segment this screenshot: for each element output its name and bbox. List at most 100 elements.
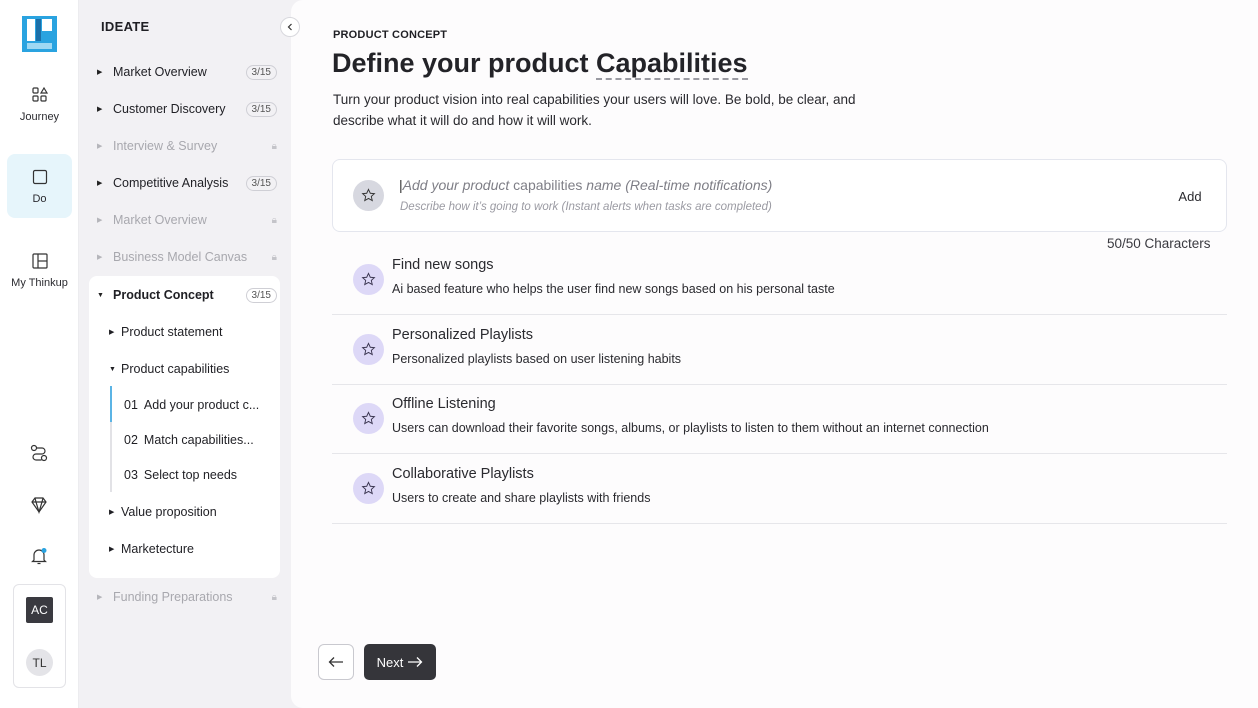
step-number: 02 <box>124 433 138 447</box>
step-number: 03 <box>124 468 138 482</box>
progress-badge: 3/15 <box>245 101 277 117</box>
sub-item-label: Marketecture <box>121 542 194 556</box>
capability-title: Find new songs <box>392 257 494 273</box>
star-icon <box>353 473 384 504</box>
star-icon <box>353 180 384 211</box>
section-eyebrow: PRODUCT CONCEPT <box>333 29 448 41</box>
avatar-group: AC TL <box>13 584 66 688</box>
rail-do-label: Do <box>32 192 47 205</box>
sub-item-value-proposition[interactable]: ▶ Value proposition <box>109 505 217 519</box>
capability-description: Personalized playlists based on user lis… <box>392 352 682 366</box>
journey-icon <box>31 86 48 102</box>
notification-bell-icon[interactable] <box>29 546 49 566</box>
sub-item-label: Product statement <box>121 325 223 339</box>
capability-row[interactable]: Offline Listening Users can download the… <box>332 384 1227 454</box>
star-icon <box>353 403 384 434</box>
ideate-sidebar: IDEATE ▶ Market Overview 3/15 ▶ Customer… <box>79 0 300 708</box>
caret-right-icon: ▶ <box>97 217 103 224</box>
product-concept-section: ▼ Product Concept 3/15 ▶ Product stateme… <box>89 276 280 578</box>
sidebar-item-market-overview[interactable]: ▶ Market Overview 3/15 <box>97 60 277 84</box>
back-button[interactable] <box>318 644 354 680</box>
page-intro: Turn your product vision into real capab… <box>333 92 856 128</box>
title-prefix: Define your product <box>332 48 597 78</box>
step-match-capabilities[interactable]: 02 Match capabilities... <box>124 433 269 447</box>
left-rail: Journey Do My Thinkup AC TL <box>0 0 79 708</box>
caret-right-icon: ▶ <box>97 143 103 150</box>
add-capability-button[interactable]: Add <box>1165 182 1215 210</box>
sub-item-product-capabilities[interactable]: ▼ Product capabilities <box>109 362 229 376</box>
caret-down-icon: ▼ <box>109 365 116 373</box>
capability-title: Collaborative Playlists <box>392 466 534 482</box>
step-label: Select top needs <box>143 468 238 482</box>
star-icon <box>353 264 384 295</box>
sub-item-label: Product capabilities <box>121 362 230 376</box>
sidebar-item-market-overview-locked: ▶ Market Overview 🔒︎ <box>97 208 277 232</box>
diamond-icon[interactable] <box>29 495 49 515</box>
step-number: 01 <box>124 398 138 412</box>
capability-row[interactable]: Find new songs Ai based feature who help… <box>332 245 1227 315</box>
caret-right-icon: ▶ <box>97 254 103 261</box>
next-button-label: Next <box>376 654 404 670</box>
step-progress-line <box>110 386 112 492</box>
caret-right-icon: ▶ <box>109 509 115 516</box>
sidebar-item-product-concept[interactable]: ▼ Product Concept 3/15 <box>97 283 277 307</box>
rail-my-thinkup-label: My Thinkup <box>11 276 68 289</box>
sidebar-item-label: Business Model Canvas <box>113 250 248 264</box>
workflow-icon[interactable] <box>29 443 49 463</box>
rail-my-thinkup[interactable]: My Thinkup <box>7 238 72 302</box>
capability-row[interactable]: Personalized Playlists Personalized play… <box>332 315 1227 385</box>
next-button[interactable]: Next <box>364 644 436 680</box>
capability-title: Offline Listening <box>392 396 496 412</box>
name-placeholder-part: capabilities <box>513 177 583 193</box>
sidebar-item-label: Market Overview <box>113 213 207 227</box>
sidebar-item-label: Customer Discovery <box>113 102 226 116</box>
avatar-ac[interactable]: AC <box>26 597 53 623</box>
sidebar-item-label: Interview & Survey <box>113 139 218 153</box>
title-highlight[interactable]: Capabilities <box>596 48 748 80</box>
sidebar-item-competitive-analysis[interactable]: ▶ Competitive Analysis 3/15 <box>97 171 277 195</box>
capability-input-card: |Add your product capabilities name (Rea… <box>332 159 1227 232</box>
chevron-left-icon <box>287 23 292 31</box>
sidebar-item-label: Competitive Analysis <box>113 176 229 190</box>
rail-do[interactable]: Do <box>7 154 72 218</box>
lock-icon: 🔒︎ <box>271 251 277 263</box>
rail-journey[interactable]: Journey <box>7 72 72 136</box>
sidebar-title: IDEATE <box>101 19 150 34</box>
name-placeholder-part: Add your product <box>402 177 514 193</box>
capability-description-input[interactable]: Describe how it’s going to work (Instant… <box>400 201 772 213</box>
step-select-top-needs[interactable]: 03 Select top needs <box>124 468 269 482</box>
sidebar-item-customer-discovery[interactable]: ▶ Customer Discovery 3/15 <box>97 97 277 121</box>
progress-badge: 3/15 <box>245 175 277 191</box>
avatar-tl[interactable]: TL <box>26 649 53 676</box>
caret-down-icon: ▼ <box>97 291 104 299</box>
thinkup-icon <box>31 252 48 269</box>
sub-item-marketecture[interactable]: ▶ Marketecture <box>109 542 194 556</box>
capability-name-input[interactable]: |Add your product capabilities name (Rea… <box>399 177 772 193</box>
capability-description: Ai based feature who helps the user find… <box>392 282 835 296</box>
step-label: Add your product c... <box>143 398 260 412</box>
sub-item-label: Value proposition <box>121 505 217 519</box>
star-icon <box>353 334 384 365</box>
progress-badge: 3/15 <box>245 287 277 303</box>
sidebar-item-label: Product Concept <box>113 288 214 302</box>
capability-row[interactable]: Collaborative Playlists Users to create … <box>332 454 1227 524</box>
caret-right-icon: ▶ <box>109 329 115 336</box>
arrow-right-icon <box>408 657 423 667</box>
caret-right-icon: ▶ <box>97 594 103 601</box>
name-placeholder-part: name (Real-time notifications) <box>582 177 773 193</box>
sidebar-item-interview-survey: ▶ Interview & Survey 🔒︎ <box>97 134 277 158</box>
collapse-sidebar-button[interactable] <box>280 17 300 37</box>
progress-badge: 3/15 <box>245 64 277 80</box>
caret-right-icon: ▶ <box>97 180 103 187</box>
rail-journey-label: Journey <box>19 110 60 123</box>
lock-icon: 🔒︎ <box>271 591 277 603</box>
step-add-product-capabilities[interactable]: 01 Add your product c... <box>124 398 269 412</box>
main-content: PRODUCT CONCEPT Define your product Capa… <box>291 0 1258 708</box>
lock-icon: 🔒︎ <box>271 140 277 152</box>
sidebar-item-label: Funding Preparations <box>113 590 233 604</box>
app-logo[interactable] <box>22 16 57 52</box>
sub-item-product-statement[interactable]: ▶ Product statement <box>109 325 222 339</box>
do-icon <box>32 169 47 184</box>
sidebar-item-funding-preparations: ▶ Funding Preparations 🔒︎ <box>97 585 277 609</box>
sidebar-item-business-model-canvas: ▶ Business Model Canvas 🔒︎ <box>97 245 277 269</box>
